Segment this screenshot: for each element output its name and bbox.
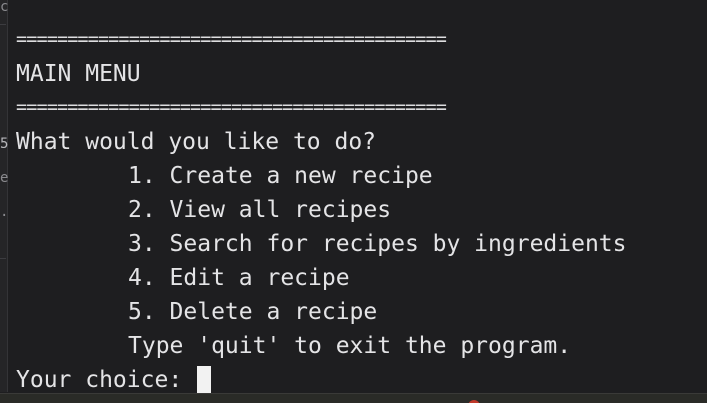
gutter-mark: 5 <box>0 136 9 152</box>
menu-option-create: 1. Create a new recipe <box>128 163 433 189</box>
menu-option-delete: 5. Delete a recipe <box>128 299 378 325</box>
menu-option-edit: 4. Edit a recipe <box>128 265 350 291</box>
menu-option-view: 2. View all recipes <box>128 197 392 223</box>
quit-hint: Type 'quit' to exit the program. <box>128 333 572 359</box>
menu-title: MAIN MENU <box>16 61 141 87</box>
terminal-output: ========================================… <box>16 23 627 397</box>
gutter-divider <box>0 24 6 25</box>
text-cursor <box>197 366 212 393</box>
prompt-question: What would you like to do? <box>16 129 377 155</box>
terminal-window[interactable]: c 5 e . ================================… <box>0 0 707 403</box>
gutter-mark: e <box>0 170 9 186</box>
status-bar <box>0 393 707 403</box>
separator-line: ========================================… <box>16 29 447 50</box>
gutter-mark: . <box>0 204 9 220</box>
separator-line: ========================================… <box>16 97 447 118</box>
editor-gutter: c 5 e . <box>0 0 8 392</box>
gutter-divider <box>0 258 6 259</box>
input-line[interactable]: Your choice: <box>16 363 627 397</box>
menu-option-search: 3. Search for recipes by ingredients <box>128 231 627 257</box>
input-prompt: Your choice: <box>16 367 197 393</box>
gutter-mark: c <box>0 0 9 15</box>
